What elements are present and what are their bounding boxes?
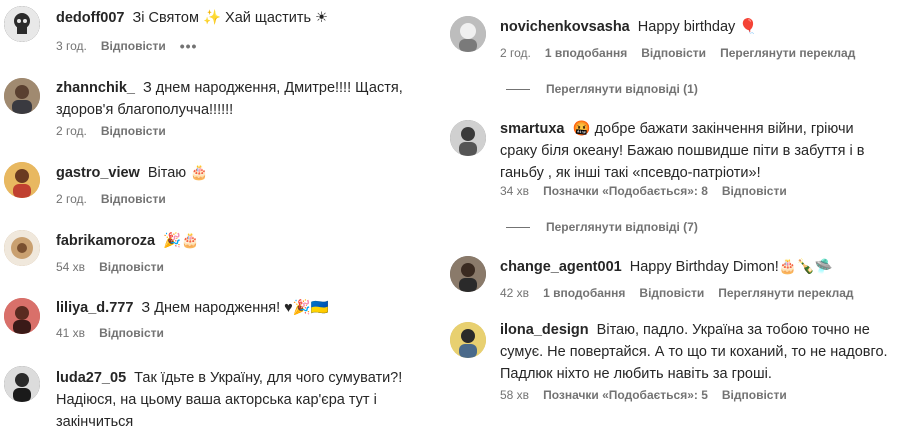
avatar[interactable] [4,78,40,114]
comment-body: fabrikamoroza 🎉🎂 [56,230,436,252]
avatar[interactable] [4,366,40,402]
comment-username[interactable]: gastro_view [56,165,140,181]
comment-meta: 34 хв Позначки «Подобається»: 8 Відповіс… [500,184,787,198]
comment-meta: 41 хв Відповісти [56,326,164,340]
comment-meta: 58 хв Позначки «Подобається»: 5 Відповіс… [500,388,787,402]
reply-button[interactable]: Відповісти [639,286,704,300]
reply-button[interactable]: Відповісти [101,124,166,138]
comment-meta: 2 год. Відповісти [56,124,166,138]
likes-count[interactable]: 1 вподобання [545,46,627,60]
avatar[interactable] [450,16,486,52]
view-replies-button[interactable]: Переглянути відповіді (1) [506,82,698,96]
comment-meta: 3 год. Відповісти ••• [56,38,197,54]
comment-body: ilona_design Вітаю, падло. Україна за то… [500,319,895,385]
comment-meta: 2 год. 1 вподобання Відповісти Перегляну… [500,46,855,60]
comment-username[interactable]: zhannchik_ [56,80,135,96]
reply-button[interactable]: Відповісти [99,326,164,340]
likes-count[interactable]: Позначки «Подобається»: 5 [543,388,708,402]
replies-divider [506,88,530,90]
comment-text: Happy Birthday Dimon!🎂🍾🛸 [629,259,833,275]
comment-time: 3 год. [56,39,87,53]
view-replies-label: Переглянути відповіді (1) [546,82,698,96]
comment-time: 2 год. [56,192,87,206]
comment-username[interactable]: fabrikamoroza [56,233,155,249]
comment-body: novichenkovsasha Happy birthday 🎈 [500,16,890,38]
comment-text: Зі Святом ✨ Хай щастить ☀ [132,10,329,26]
comment-text: Вітаю 🎂 [147,165,209,181]
avatar[interactable] [4,298,40,334]
comment-username[interactable]: liliya_d.777 [56,300,133,316]
comment-text: Happy birthday 🎈 [637,19,758,35]
reply-button[interactable]: Відповісти [101,192,166,206]
comment-body: smartuxa 🤬 добре бажати закінчення війни… [500,118,892,184]
comment-body: liliya_d.777 З Днем народження! ♥🎉🇺🇦 [56,297,436,319]
replies-divider [506,226,530,228]
comment-body: dedoff007 Зі Святом ✨ Хай щастить ☀ [56,7,436,29]
avatar[interactable] [450,322,486,358]
avatar[interactable] [4,6,40,42]
comment-time: 2 год. [56,124,87,138]
comment-text: 🎉🎂 [163,233,200,249]
comment-time: 54 хв [56,260,86,274]
comment-meta: 2 год. Відповісти [56,192,166,206]
comment-body: gastro_view Вітаю 🎂 [56,162,436,184]
likes-count[interactable]: Позначки «Подобається»: 8 [543,184,708,198]
likes-count[interactable]: 1 вподобання [543,286,625,300]
comment-username[interactable]: luda27_05 [56,370,126,386]
view-translation-button[interactable]: Переглянути переклад [718,286,853,300]
comment-time: 2 год. [500,46,531,60]
comment-username[interactable]: dedoff007 [56,10,125,26]
comment-time: 34 хв [500,184,530,198]
comment-username[interactable]: ilona_design [500,322,589,338]
avatar[interactable] [450,256,486,292]
comment-body: zhannchik_ З днем народження, Дмитре!!!!… [56,77,446,121]
comment-time: 42 хв [500,286,530,300]
comment-username[interactable]: smartuxa [500,121,564,137]
comment-body: change_agent001 Happy Birthday Dimon!🎂🍾🛸 [500,256,890,278]
comment-time: 58 хв [500,388,530,402]
reply-button[interactable]: Відповісти [641,46,706,60]
comment-time: 41 хв [56,326,86,340]
avatar[interactable] [450,120,486,156]
comment-text: З Днем народження! ♥🎉🇺🇦 [141,300,329,316]
comment-username[interactable]: novichenkovsasha [500,19,630,35]
reply-button[interactable]: Відповісти [722,184,787,198]
avatar[interactable] [4,162,40,198]
comment-body: luda27_05 Так їдьте в Україну, для чого … [56,367,446,433]
reply-button[interactable]: Відповісти [722,388,787,402]
reply-button[interactable]: Відповісти [101,39,166,53]
more-options-icon[interactable]: ••• [180,38,198,54]
comment-username[interactable]: change_agent001 [500,259,622,275]
avatar[interactable] [4,230,40,266]
reply-button[interactable]: Відповісти [99,260,164,274]
comment-meta: 54 хв Відповісти [56,260,164,274]
view-replies-label: Переглянути відповіді (7) [546,220,698,234]
view-translation-button[interactable]: Переглянути переклад [720,46,855,60]
comment-meta: 42 хв 1 вподобання Відповісти Переглянут… [500,286,854,300]
view-replies-button[interactable]: Переглянути відповіді (7) [506,220,698,234]
